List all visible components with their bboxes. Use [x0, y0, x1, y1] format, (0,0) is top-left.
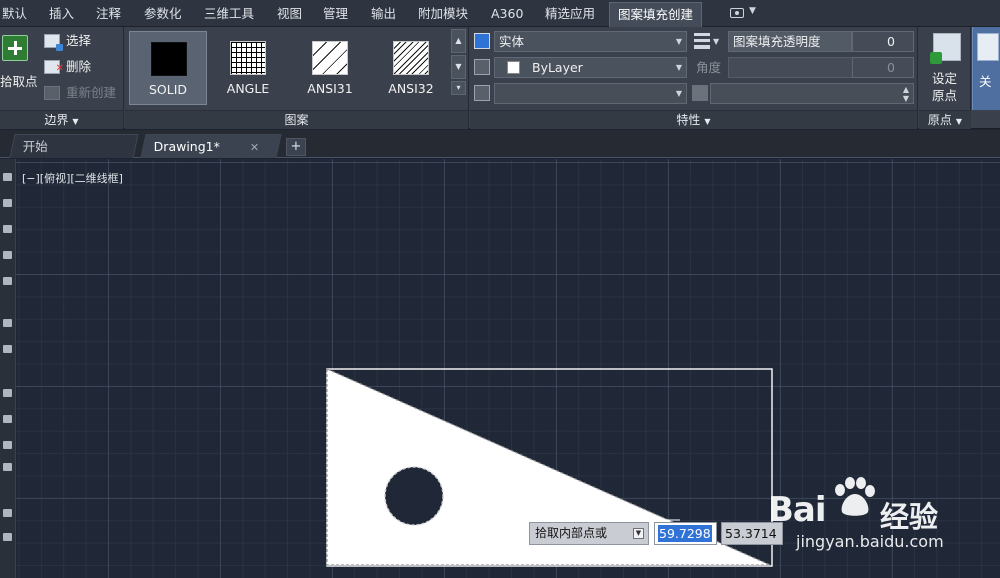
x-coordinate-input[interactable]: 59.7298 [654, 522, 717, 545]
paw-logo-icon [835, 477, 875, 516]
baidu-jingyan-watermark: Bai 经验 jingyan.baidu.com [768, 472, 1000, 558]
watermark-url: jingyan.baidu.com [796, 532, 944, 551]
watermark-brand-cn: 经验 [880, 500, 939, 534]
command-prompt-text: 拾取内部点或 [535, 526, 608, 540]
command-prompt-tooltip: 拾取内部点或 ▼ [529, 522, 649, 545]
watermark-brand: Bai [768, 490, 827, 530]
options-arrow-icon[interactable]: ▼ [633, 528, 644, 539]
circle-entity[interactable] [384, 466, 444, 526]
x-coordinate-value: 59.7298 [658, 525, 712, 542]
